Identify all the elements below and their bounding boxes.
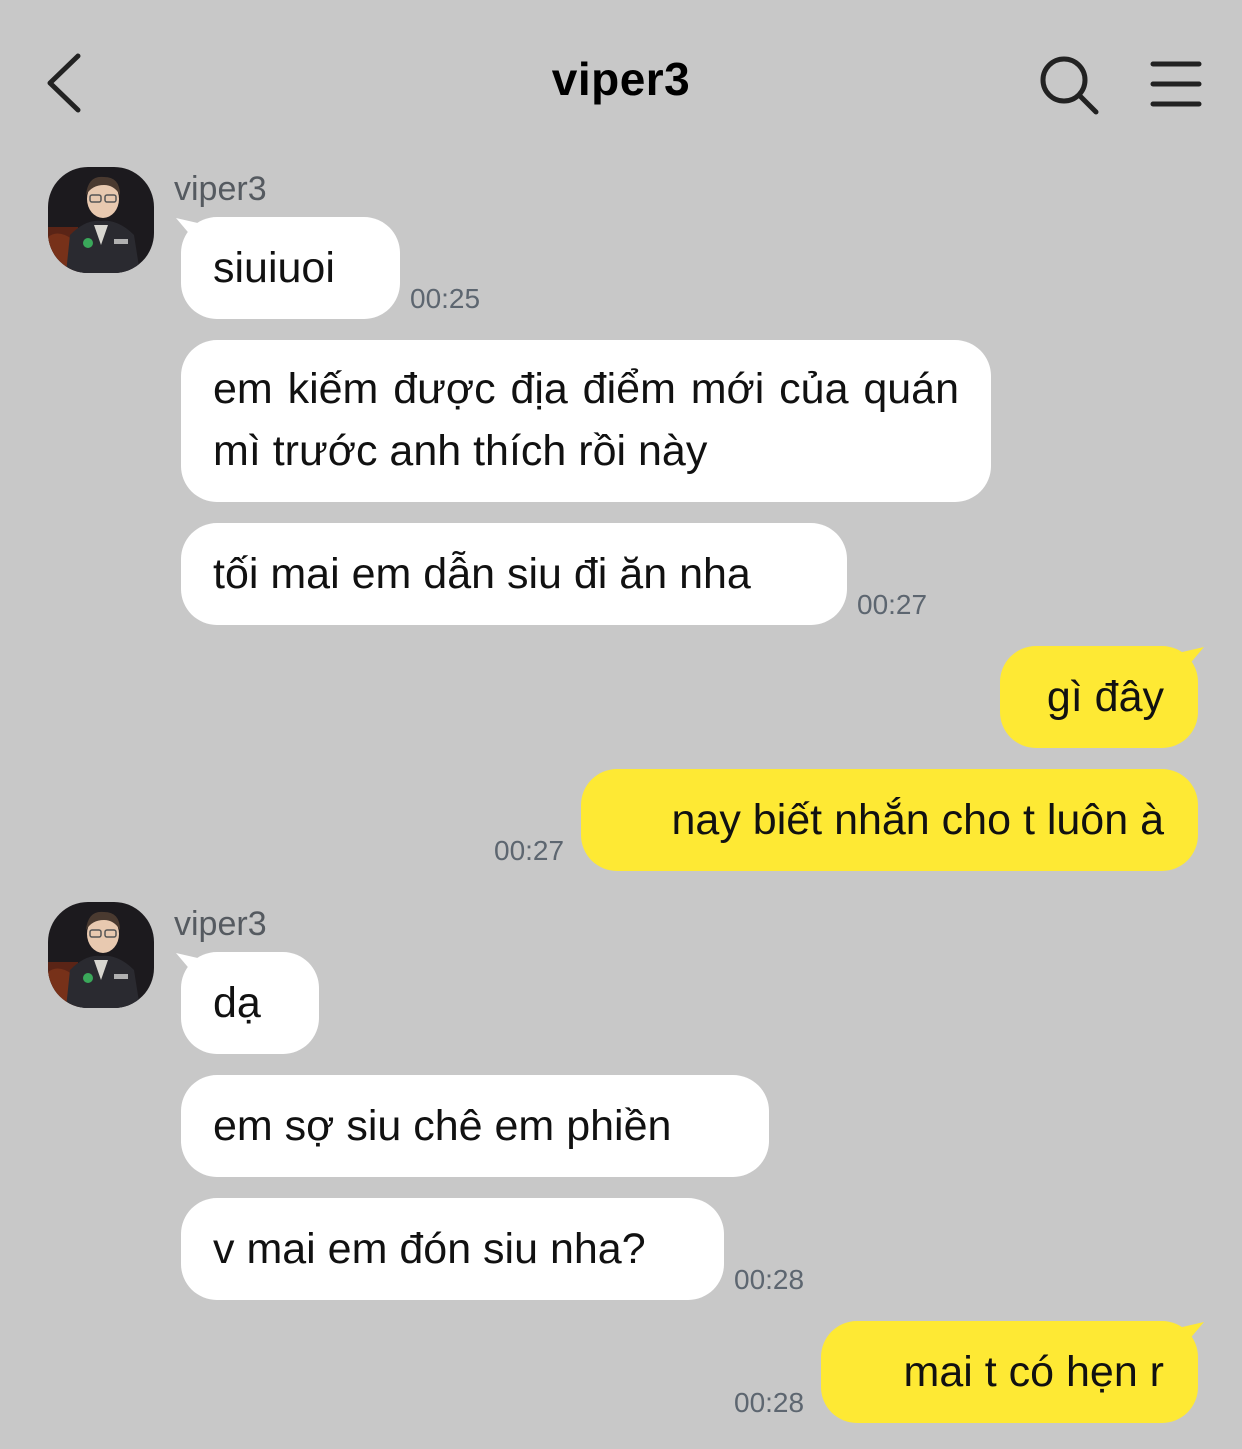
- message-bubble[interactable]: tối mai em dẫn siu đi ăn nha: [181, 523, 847, 625]
- hamburger-menu-icon: [1150, 61, 1202, 107]
- sender-name: viper3: [174, 905, 267, 943]
- message-bubble[interactable]: dạ: [181, 952, 319, 1054]
- message-bubble[interactable]: v mai em đón siu nha?: [181, 1198, 724, 1300]
- message-timestamp: 00:25: [410, 283, 481, 314]
- message-bubble[interactable]: mai t có hẹn r: [821, 1321, 1198, 1423]
- avatar[interactable]: [48, 902, 154, 1008]
- profile-photo-icon: [48, 167, 154, 273]
- menu-button[interactable]: [1146, 56, 1206, 112]
- message-bubble[interactable]: siuiuoi: [181, 217, 400, 319]
- message-timestamp: 00:28: [734, 1264, 805, 1295]
- message-timestamp: 00:27: [494, 835, 565, 866]
- profile-photo-icon: [48, 902, 154, 1008]
- message-bubble[interactable]: nay biết nhắn cho t luôn à: [581, 769, 1198, 871]
- message-bubble[interactable]: em sợ siu chê em phiền: [181, 1075, 769, 1177]
- message-bubble[interactable]: gì đây: [1000, 646, 1198, 748]
- avatar[interactable]: [48, 167, 154, 273]
- message-bubble[interactable]: em kiếm được địa điểm mới của quán mì tr…: [181, 340, 991, 502]
- chat-header: viper3: [0, 0, 1242, 160]
- search-icon: [1040, 56, 1099, 115]
- sender-name: viper3: [174, 170, 267, 208]
- message-timestamp: 00:28: [734, 1387, 805, 1418]
- message-timestamp: 00:27: [857, 589, 928, 620]
- search-button[interactable]: [1036, 52, 1102, 118]
